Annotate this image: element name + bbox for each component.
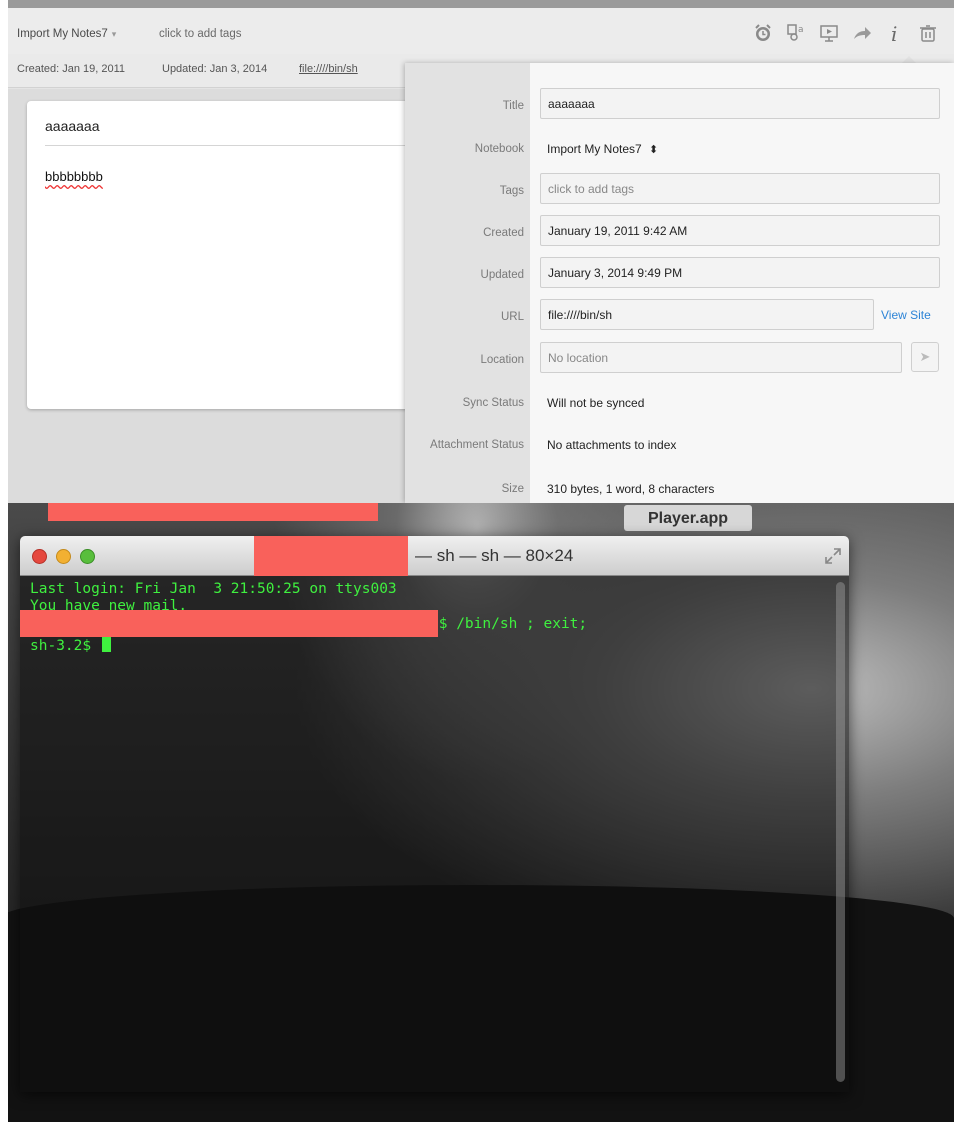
info-label-size: Size: [501, 483, 524, 495]
desktop-background: Player.app — sh — sh — 80×24 Last login:…: [0, 503, 954, 1122]
info-label-created: Created: [483, 227, 524, 239]
url-field[interactable]: file:////bin/sh: [540, 299, 874, 330]
updated-field[interactable]: January 3, 2014 9:49 PM: [540, 257, 940, 288]
created-date: Created: Jan 19, 2011: [17, 63, 126, 75]
terminal-prompt-line: sh-3.2$: [30, 637, 111, 654]
note-url-link[interactable]: file:////bin/sh: [299, 63, 358, 75]
redaction-block: [254, 536, 408, 576]
info-row-attachment: Attachment Status No attachments to inde…: [405, 427, 954, 469]
presentation-icon[interactable]: [818, 22, 840, 44]
info-row-url: URL file:////bin/sh View Site: [405, 299, 954, 341]
note-toolbar: [8, 8, 954, 54]
info-row-updated: Updated January 3, 2014 9:49 PM: [405, 257, 954, 299]
terminal-titlebar[interactable]: — sh — sh — 80×24: [20, 536, 849, 576]
notebook-dropdown-value: Import My Notes7: [547, 142, 642, 156]
terminal-line: 2$ /bin/sh ; exit;: [430, 616, 588, 632]
window-top-strip: [8, 0, 954, 8]
evernote-window: Import My Notes7 ▾ click to add tags a i …: [8, 0, 954, 503]
notebook-dropdown[interactable]: Import My Notes7 ⬍: [547, 142, 658, 156]
left-edge: [0, 503, 8, 1122]
info-label-title: Title: [502, 100, 524, 112]
note-title[interactable]: aaaaaaa: [45, 118, 100, 134]
created-field[interactable]: January 19, 2011 9:42 AM: [540, 215, 940, 246]
location-field[interactable]: No location: [540, 342, 902, 373]
note-info-panel: Title aaaaaaa Notebook Import My Notes7 …: [405, 63, 954, 503]
fullscreen-icon[interactable]: [823, 546, 843, 566]
updated-date: Updated: Jan 3, 2014: [162, 63, 268, 75]
updown-arrows-icon: ⬍: [649, 144, 659, 156]
size-value: 310 bytes, 1 word, 8 characters: [547, 482, 715, 496]
info-row-location: Location No location ➤: [405, 342, 954, 384]
info-label-sync: Sync Status: [462, 397, 524, 409]
svg-text:a: a: [798, 25, 804, 35]
zoom-button[interactable]: [80, 549, 95, 564]
alarm-icon[interactable]: [752, 22, 774, 44]
close-button[interactable]: [32, 549, 47, 564]
terminal-line: Last login: Fri Jan 3 21:50:25 on ttys00…: [30, 581, 397, 597]
present-icon[interactable]: a: [785, 22, 807, 44]
sync-status-value: Will not be synced: [547, 396, 645, 410]
info-label-tags: Tags: [499, 185, 524, 197]
info-label-updated: Updated: [480, 269, 524, 281]
view-site-link[interactable]: View Site: [881, 308, 931, 322]
title-divider: [45, 145, 447, 146]
tags-field[interactable]: click to add tags: [540, 173, 940, 204]
terminal-cursor: [101, 637, 111, 652]
terminal-scrollbar[interactable]: [836, 582, 845, 1082]
chevron-down-icon: ▾: [111, 29, 117, 39]
svg-text:i: i: [891, 22, 897, 44]
redaction-block: [48, 503, 378, 521]
info-row-sync: Sync Status Will not be synced: [405, 385, 954, 427]
attachment-status-value: No attachments to index: [547, 438, 677, 452]
terminal-output[interactable]: Last login: Fri Jan 3 21:50:25 on ttys00…: [20, 576, 849, 1092]
trash-icon[interactable]: [917, 22, 939, 44]
info-row-size: Size 310 bytes, 1 word, 8 characters: [405, 471, 954, 503]
info-label-location: Location: [480, 354, 524, 366]
info-row-notebook: Notebook Import My Notes7 ⬍: [405, 131, 954, 173]
minimize-button[interactable]: [56, 549, 71, 564]
terminal-prompt: sh-3.2$: [30, 638, 100, 654]
redaction-block: [20, 610, 438, 637]
info-label-attachment: Attachment Status: [430, 439, 524, 451]
notebook-selector[interactable]: Import My Notes7 ▾: [17, 28, 116, 40]
info-row-created: Created January 19, 2011 9:42 AM: [405, 215, 954, 257]
info-icon[interactable]: i: [884, 22, 906, 46]
terminal-title: — sh — sh — 80×24: [415, 546, 574, 565]
player-app-label[interactable]: Player.app: [624, 505, 752, 531]
info-row-tags: Tags click to add tags: [405, 173, 954, 215]
note-body[interactable]: bbbbbbbb: [45, 169, 103, 184]
add-tags-link[interactable]: click to add tags: [159, 28, 241, 40]
note-editor[interactable]: aaaaaaa bbbbbbbb: [27, 101, 447, 409]
notebook-selector-label: Import My Notes7: [17, 28, 108, 40]
location-arrow-icon[interactable]: ➤: [911, 342, 939, 372]
info-label-url: URL: [500, 311, 524, 323]
title-field[interactable]: aaaaaaa: [540, 88, 940, 119]
info-row-title: Title aaaaaaa: [405, 88, 954, 130]
share-icon[interactable]: [851, 22, 873, 44]
info-label-notebook: Notebook: [474, 143, 524, 155]
